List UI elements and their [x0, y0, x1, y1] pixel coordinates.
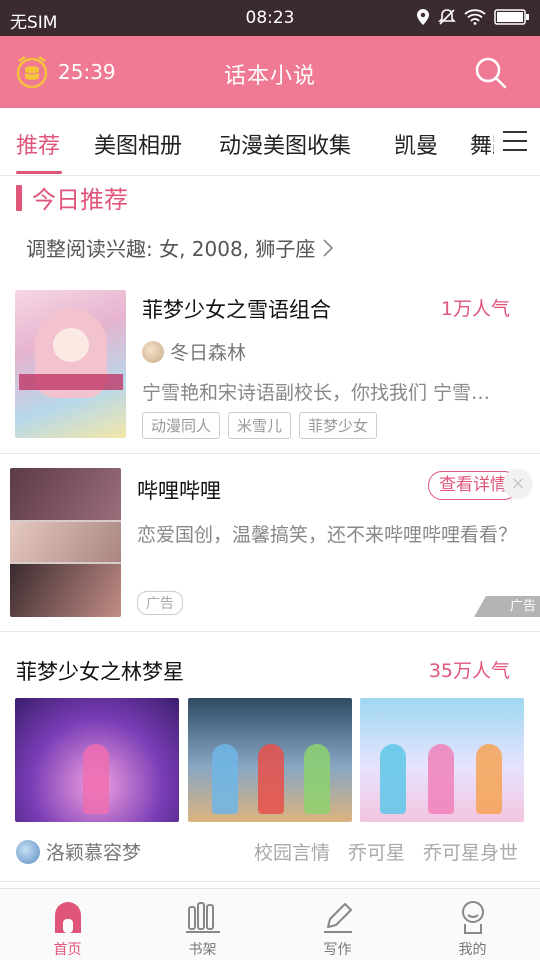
wifi-icon — [464, 9, 486, 25]
book-title[interactable]: 菲梦少女之林梦星 — [16, 656, 184, 686]
nav-label: 书架 — [188, 942, 217, 958]
tag-list: 动漫同人 米雪儿 菲梦少女 — [142, 412, 378, 439]
book-title[interactable]: 菲梦少女之雪语组合 — [142, 294, 331, 324]
ad-corner-label: 广告 — [474, 596, 540, 617]
book-image[interactable] — [188, 698, 352, 822]
location-icon — [417, 9, 429, 25]
tab-kaiman[interactable]: 凯曼 — [394, 128, 438, 160]
book-image[interactable] — [15, 698, 179, 822]
author-name: 洛颖慕容梦 — [46, 842, 142, 864]
author-avatar — [142, 340, 164, 363]
nav-profile[interactable]: 我的 — [405, 889, 540, 960]
bookshelf-icon — [186, 902, 220, 933]
category-tabs: 推荐 美图相册 动漫美图收集 凯曼 舞蹈 — [0, 108, 540, 176]
app-title: 话本小说 — [223, 64, 316, 89]
pen-icon — [324, 903, 352, 933]
popularity-count: 1万人气 — [440, 298, 510, 320]
search-icon[interactable] — [474, 56, 508, 90]
book-cover[interactable] — [15, 290, 126, 438]
chevron-right-icon — [323, 238, 334, 257]
home-icon — [55, 902, 81, 933]
book-card[interactable]: 菲梦少女之林梦星 35万人气 洛颖慕容梦 校园言情 乔可星 乔可星身世 — [0, 632, 540, 882]
tag-list: 校园言情 乔可星 乔可星身世 — [254, 838, 518, 865]
tag[interactable]: 乔可星身世 — [423, 838, 518, 865]
active-tab-indicator — [16, 171, 62, 174]
ad-badge: 广告 — [137, 591, 183, 615]
nav-label: 首页 — [53, 942, 82, 958]
book-image[interactable] — [360, 698, 524, 822]
book-description: 宁雪艳和宋诗语副校长，你找我们 宁雪… — [142, 382, 491, 404]
menu-icon — [503, 131, 527, 151]
status-icons — [416, 8, 530, 26]
nav-home[interactable]: 首页 — [0, 889, 135, 960]
author-row[interactable]: 冬日森林 — [142, 338, 246, 365]
tag[interactable]: 校园言情 — [254, 838, 330, 865]
section-accent-bar — [16, 184, 22, 211]
section-title: 今日推荐 — [32, 186, 128, 214]
nav-write[interactable]: 写作 — [270, 889, 405, 960]
ad-card[interactable]: 哔哩哔哩 查看详情 × 恋爱国创，温馨搞笑，还不来哔哩哔哩看看？ 广告 广告 — [0, 455, 540, 632]
tag[interactable]: 乔可星 — [348, 838, 405, 865]
tag[interactable]: 动漫同人 — [142, 412, 221, 439]
nav-bookshelf[interactable]: 书架 — [135, 889, 270, 960]
mute-bell-icon — [438, 9, 456, 25]
adjust-interest-link[interactable]: 调整阅读兴趣: 女, 2008, 狮子座 — [26, 233, 334, 262]
nav-label: 我的 — [458, 942, 487, 958]
section-header: 今日推荐 — [16, 180, 128, 215]
author-avatar — [16, 839, 40, 864]
tab-photo-album[interactable]: 美图相册 — [94, 128, 182, 160]
author-name: 冬日森林 — [170, 342, 247, 364]
app-header: 25:39 话本小说 — [0, 36, 540, 108]
popularity-count: 35万人气 — [428, 660, 510, 682]
close-icon[interactable]: × — [503, 469, 533, 499]
status-bar: 无SIM 08:23 — [0, 0, 540, 36]
tag[interactable]: 菲梦少女 — [299, 412, 378, 439]
book-card[interactable]: 菲梦少女之雪语组合 1万人气 冬日森林 宁雪艳和宋诗语副校长，你找我们 宁雪… … — [0, 276, 540, 454]
profile-icon — [462, 901, 484, 934]
ad-title[interactable]: 哔哩哔哩 — [137, 475, 221, 505]
tab-recommend[interactable]: 推荐 — [16, 128, 60, 160]
tab-menu-button[interactable] — [494, 108, 540, 175]
ad-image[interactable] — [10, 468, 121, 617]
tab-anime-collection[interactable]: 动漫美图收集 — [219, 128, 351, 160]
author-row[interactable]: 洛颖慕容梦 — [16, 838, 141, 865]
tag[interactable]: 米雪儿 — [228, 412, 292, 439]
interest-text: 调整阅读兴趣: 女, 2008, 狮子座 — [26, 237, 316, 261]
bottom-navigation: 首页 书架 写作 我的 — [0, 888, 540, 960]
nav-label: 写作 — [323, 942, 352, 958]
battery-icon — [494, 9, 529, 25]
ad-description: 恋爱国创，温馨搞笑，还不来哔哩哔哩看看？ — [137, 524, 518, 546]
